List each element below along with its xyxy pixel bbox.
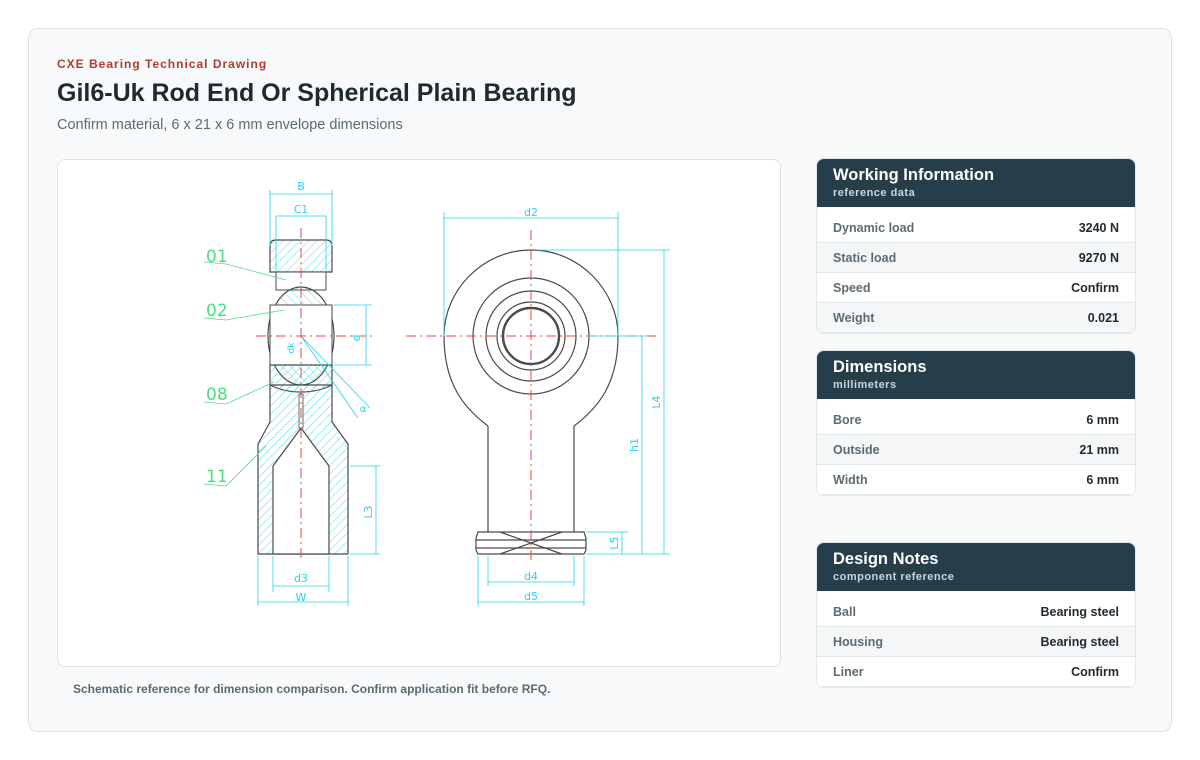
spec-label: Speed [833, 280, 871, 295]
spec-row-ball: Ball Bearing steel [817, 597, 1135, 627]
dim-label-alpha: α [360, 404, 367, 415]
dim-label-c1: C1 [294, 203, 309, 216]
dim-label-l5: L5 [608, 536, 621, 549]
spec-row-weight: Weight 0.021 [817, 303, 1135, 333]
spec-value: 6 mm [1086, 412, 1119, 427]
dim-label-d3: d3 [294, 572, 308, 585]
dim-label-d: d [350, 335, 363, 342]
spec-row-static-load: Static load 9270 N [817, 243, 1135, 273]
spec-value: 9270 N [1078, 250, 1119, 265]
spec-row-dynamic-load: Dynamic load 3240 N [817, 213, 1135, 243]
dim-label-dk: dk [287, 342, 297, 354]
spec-row-bore: Bore 6 mm [817, 405, 1135, 435]
panel-header: Design Notes component reference [817, 543, 1135, 591]
spec-value: Confirm [1071, 664, 1119, 679]
dim-label-d4: d4 [524, 570, 538, 583]
spec-label: Dynamic load [833, 220, 915, 235]
drawing-card: CXE Bearing Technical Drawing Gil6-Uk Ro… [28, 28, 1172, 732]
spec-row-liner: Liner Confirm [817, 657, 1135, 687]
panel-subtitle: component reference [833, 571, 955, 583]
spec-value: Bearing steel [1040, 604, 1119, 619]
dim-label-d5: d5 [524, 590, 538, 603]
design-notes-panel: Design Notes component reference Ball Bea… [816, 542, 1136, 688]
dim-label-l4: L4 [650, 395, 663, 408]
dim-label-h1: h1 [628, 438, 641, 452]
part-label-08: 08 [206, 385, 228, 405]
panel-header: Dimensions millimeters [817, 351, 1135, 399]
spec-label: Weight [833, 310, 875, 325]
dim-label-w: W [296, 591, 307, 604]
spec-value: Bearing steel [1040, 634, 1119, 649]
spec-row-outside: Outside 21 mm [817, 435, 1135, 465]
spec-value: 3240 N [1078, 220, 1119, 235]
drawing-svg: B C1 d dk α L3 d3 W 01 02 08 11 d2 L4 h1… [203, 180, 670, 606]
page-subtitle: Confirm material, 6 x 21 x 6 mm envelope… [57, 117, 403, 133]
working-information-panel: Working Information reference data Dynam… [816, 158, 1136, 334]
spec-row-housing: Housing Bearing steel [817, 627, 1135, 657]
dim-label-b: B [297, 180, 305, 193]
spec-value: 21 mm [1079, 442, 1119, 457]
spec-label: Bore [833, 412, 862, 427]
spec-label: Ball [833, 604, 856, 619]
dimensions-panel: Dimensions millimeters Bore 6 mm Outside 2… [816, 350, 1136, 496]
panel-title: Dimensions [833, 358, 927, 376]
panel-subtitle: reference data [833, 187, 916, 199]
part-label-02: 02 [206, 301, 228, 321]
technical-drawing: B C1 d dk α L3 d3 W 01 02 08 11 d2 L4 h1… [57, 159, 781, 667]
spec-label: Housing [833, 634, 883, 649]
drawing-caption: Schematic reference for dimension compar… [73, 682, 551, 696]
spec-label: Static load [833, 250, 897, 265]
spec-row-width: Width 6 mm [817, 465, 1135, 495]
dim-label-l3: L3 [362, 505, 375, 518]
spec-label: Outside [833, 442, 880, 457]
spec-row-speed: Speed Confirm [817, 273, 1135, 303]
dim-label-d2: d2 [524, 206, 538, 219]
page-title: Gil6-Uk Rod End Or Spherical Plain Beari… [57, 79, 577, 107]
part-label-11: 11 [206, 467, 228, 487]
eyebrow: CXE Bearing Technical Drawing [57, 57, 268, 71]
panel-title: Design Notes [833, 550, 939, 568]
side-section-view [256, 228, 376, 560]
spec-value: Confirm [1071, 280, 1119, 295]
spec-value: 6 mm [1086, 472, 1119, 487]
panel-header: Working Information reference data [817, 159, 1135, 207]
spec-label: Width [833, 472, 868, 487]
panel-subtitle: millimeters [833, 379, 897, 391]
spec-label: Liner [833, 664, 864, 679]
panel-title: Working Information [833, 166, 995, 184]
part-label-01: 01 [206, 247, 228, 267]
spec-value: 0.021 [1087, 310, 1119, 325]
